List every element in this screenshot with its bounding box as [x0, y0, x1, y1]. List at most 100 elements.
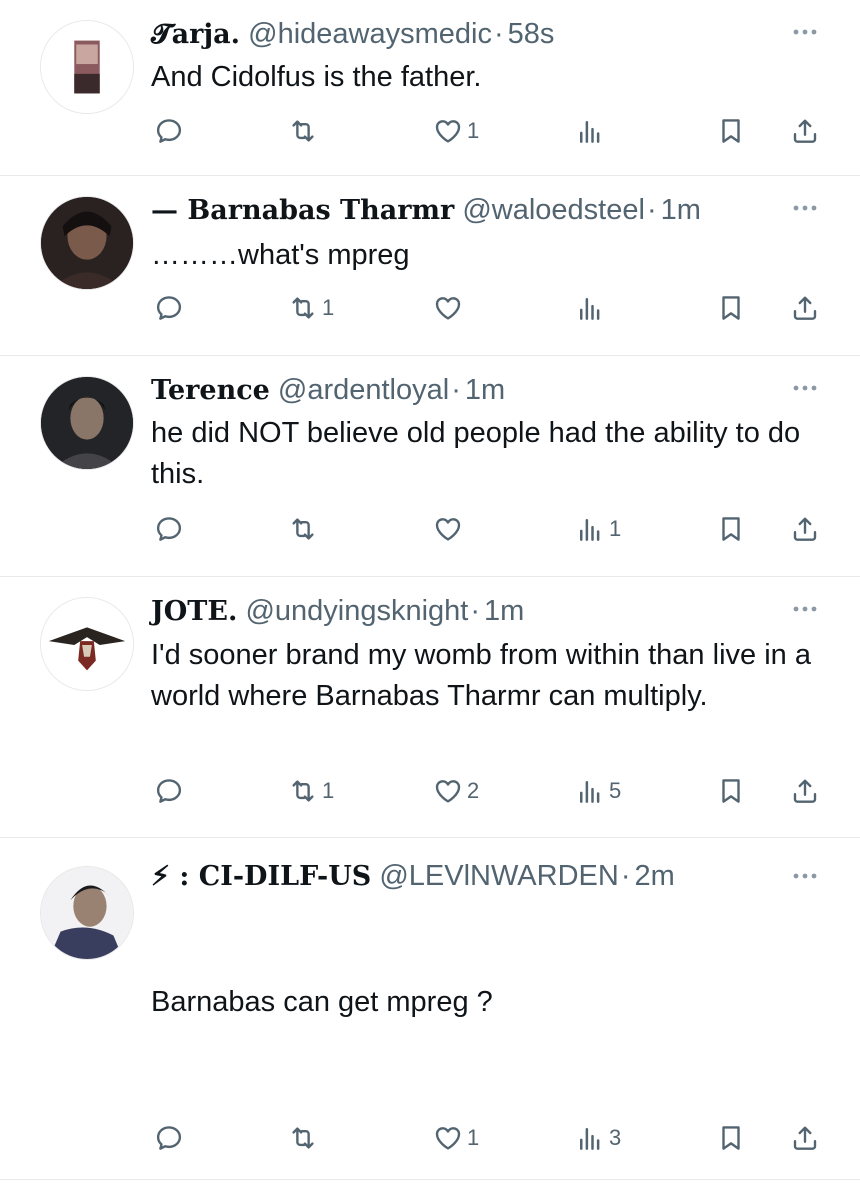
share-button[interactable]: [790, 1118, 820, 1158]
reply-icon: [154, 776, 184, 806]
more-options-button[interactable]: [790, 866, 820, 886]
user-handle[interactable]: @hideawaysmedic: [248, 18, 492, 50]
like-button[interactable]: [433, 509, 467, 549]
tweet[interactable]: ⚡︎ : CI-DILF-US @LEVlNWARDEN· 2m Barnabas…: [0, 838, 860, 1180]
separator-dot: ·: [646, 194, 657, 226]
user-handle[interactable]: @LEVlNWARDEN: [379, 860, 618, 892]
bookmark-button[interactable]: [716, 771, 746, 811]
tweet[interactable]: JOTE. @undyingsknight· 1m I'd sooner bran…: [0, 577, 860, 838]
reply-button[interactable]: [154, 1118, 188, 1158]
reply-button[interactable]: [154, 288, 188, 328]
more-options-button[interactable]: [790, 22, 820, 42]
bookmark-button[interactable]: [716, 509, 746, 549]
bookmark-button[interactable]: [716, 288, 746, 328]
user-handle[interactable]: @undyingsknight: [245, 595, 468, 627]
retweet-icon: [288, 1123, 318, 1153]
share-button[interactable]: [790, 771, 820, 811]
views-button[interactable]: [575, 111, 609, 151]
avatar[interactable]: [40, 376, 134, 470]
avatar[interactable]: [40, 20, 134, 114]
more-icon: [790, 198, 820, 218]
tweet-header: 𝓣arja. @hideawaysmedic· 58s: [151, 14, 800, 55]
separator-dot: ·: [470, 595, 481, 627]
views-button[interactable]: [575, 288, 609, 328]
like-button[interactable]: 1: [433, 1118, 479, 1158]
like-count: 1: [467, 118, 480, 143]
display-name[interactable]: JOTE.: [151, 596, 237, 627]
tweet-text: I'd sooner brand my womb from within tha…: [151, 639, 811, 712]
retweet-icon: [288, 514, 318, 544]
views-button[interactable]: 5: [575, 771, 621, 811]
more-icon: [790, 599, 820, 619]
reply-button[interactable]: [154, 509, 188, 549]
timestamp[interactable]: 2m: [634, 860, 674, 892]
view-count: 1: [609, 516, 622, 541]
more-options-button[interactable]: [790, 599, 820, 619]
share-button[interactable]: [790, 111, 820, 151]
timestamp[interactable]: 1m: [484, 595, 524, 627]
more-icon: [790, 866, 820, 886]
reply-icon: [154, 514, 184, 544]
like-button[interactable]: 1: [433, 111, 479, 151]
bookmark-icon: [716, 776, 746, 806]
views-icon: [575, 1123, 605, 1153]
bookmark-icon: [716, 293, 746, 323]
reply-button[interactable]: [154, 771, 188, 811]
retweet-icon: [288, 776, 318, 806]
retweet-button[interactable]: [288, 509, 322, 549]
tweet[interactable]: — Barnabas Tharmr @waloedsteel· 1m ………wha…: [0, 176, 860, 356]
retweet-button[interactable]: [288, 1118, 322, 1158]
share-button[interactable]: [790, 509, 820, 549]
share-button[interactable]: [790, 288, 820, 328]
tweet-header: ⚡︎ : CI-DILF-US @LEVlNWARDEN· 2m: [151, 856, 800, 897]
action-bar: 1: [150, 509, 820, 549]
heart-icon: [433, 776, 463, 806]
display-name[interactable]: ⚡︎ : CI-DILF-US: [151, 861, 371, 892]
timestamp[interactable]: 1m: [465, 374, 505, 406]
retweet-button[interactable]: 1: [288, 771, 334, 811]
reply-icon: [154, 1123, 184, 1153]
display-name[interactable]: — Barnabas Tharmr: [151, 195, 454, 226]
heart-icon: [433, 293, 463, 323]
avatar[interactable]: [40, 866, 134, 960]
like-count: 2: [467, 778, 480, 803]
user-handle[interactable]: @ardentloyal: [278, 374, 449, 406]
retweet-count: 1: [322, 778, 335, 803]
reply-button[interactable]: [154, 111, 188, 151]
like-count: 1: [467, 1125, 480, 1150]
share-icon: [790, 293, 820, 323]
action-bar: 1 3: [150, 1118, 820, 1158]
tweet[interactable]: Terence @ardentloyal· 1m he did NOT belie…: [0, 356, 860, 577]
action-bar: 1 2 5: [150, 771, 820, 811]
tweet-text: he did NOT believe old people had the ab…: [151, 417, 801, 490]
more-icon: [790, 378, 820, 398]
more-options-button[interactable]: [790, 378, 820, 398]
like-button[interactable]: [433, 288, 467, 328]
bookmark-button[interactable]: [716, 1118, 746, 1158]
like-button[interactable]: 2: [433, 771, 479, 811]
display-name[interactable]: Terence: [151, 375, 270, 406]
avatar[interactable]: [40, 196, 134, 290]
retweet-button[interactable]: [288, 111, 322, 151]
separator-dot: ·: [451, 374, 461, 406]
views-icon: [575, 293, 605, 323]
more-icon: [790, 22, 820, 42]
user-handle[interactable]: @waloedsteel: [462, 194, 645, 226]
views-button[interactable]: 1: [575, 509, 621, 549]
retweet-button[interactable]: 1: [288, 288, 334, 328]
reply-timeline: 𝓣arja. @hideawaysmedic· 58s And Cidolfus …: [0, 0, 860, 1180]
tweet-text: ………what's mpreg: [151, 239, 410, 271]
tweet[interactable]: 𝓣arja. @hideawaysmedic· 58s And Cidolfus …: [0, 0, 860, 176]
retweet-count: 1: [322, 295, 335, 320]
timestamp[interactable]: 1m: [661, 194, 701, 226]
avatar[interactable]: [40, 597, 134, 691]
share-icon: [790, 514, 820, 544]
timestamp[interactable]: 58s: [508, 18, 555, 50]
views-button[interactable]: 3: [575, 1118, 621, 1158]
tweet-header: — Barnabas Tharmr @waloedsteel· 1m: [151, 190, 800, 231]
tweet-text: And Cidolfus is the father.: [151, 61, 482, 93]
more-options-button[interactable]: [790, 198, 820, 218]
display-name[interactable]: 𝓣arja.: [151, 19, 240, 50]
bookmark-button[interactable]: [716, 111, 746, 151]
bookmark-icon: [716, 116, 746, 146]
